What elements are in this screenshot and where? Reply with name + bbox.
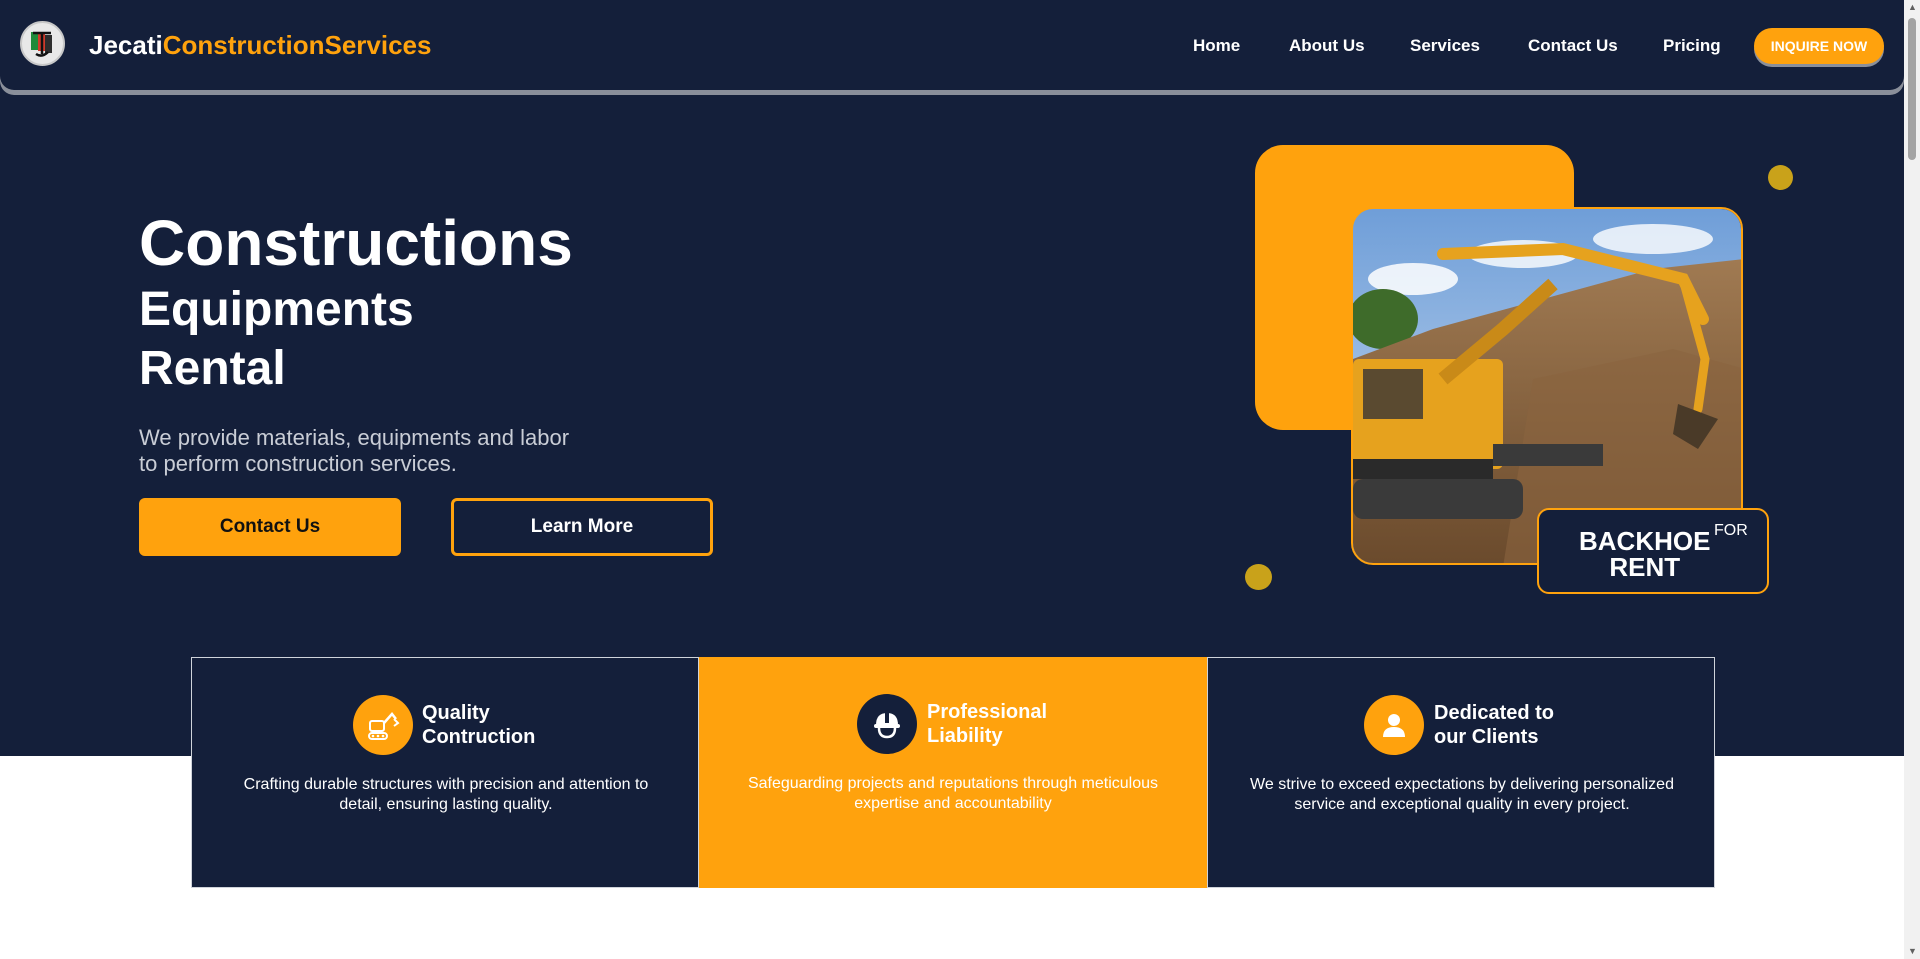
feature-title-line1: Professional: [927, 701, 1048, 723]
badge-line2: RENT: [1609, 552, 1681, 582]
learn-more-button[interactable]: Learn More: [451, 498, 713, 556]
hero-title-line1: Constructions: [139, 207, 573, 279]
jcs-logo-icon[interactable]: [20, 21, 65, 66]
scroll-down-arrow-icon[interactable]: ▼: [1908, 946, 1917, 956]
brand-name-part1: Jecati: [89, 30, 163, 60]
hero-subtitle: We provide materials, equipments and lab…: [139, 425, 570, 476]
inquire-now-button[interactable]: INQUIRE NOW: [1754, 28, 1884, 64]
feature-title-line2: our Clients: [1434, 726, 1539, 748]
nav-contact-link[interactable]: Contact Us: [1528, 36, 1618, 56]
feature-title-clients: Dedicated to our Clients: [1434, 701, 1554, 749]
badge-line1: BACKHOE: [1579, 526, 1711, 556]
user-icon: [1364, 695, 1424, 755]
feature-desc-clients: We strive to exceed expectations by deli…: [1250, 776, 1674, 813]
scrollbar-thumb[interactable]: [1908, 18, 1916, 160]
nav-about-link[interactable]: About Us: [1289, 36, 1365, 56]
feature-title-quality: Quality Contruction: [422, 701, 535, 749]
page-scrollbar[interactable]: ▲ ▼: [1904, 0, 1920, 959]
decorative-dot: [1245, 564, 1272, 590]
scroll-up-arrow-icon[interactable]: ▲: [1908, 2, 1917, 12]
badge-for-text: FOR: [1714, 522, 1748, 539]
contact-us-button[interactable]: Contact Us: [139, 498, 401, 556]
nav-home-link[interactable]: Home: [1193, 36, 1240, 56]
feature-title-line1: Quality: [422, 702, 490, 724]
feature-desc-liability: Safeguarding projects and reputations th…: [747, 775, 1159, 812]
brand-name-part2: ConstructionServices: [162, 30, 432, 60]
feature-title-line2: Liability: [927, 725, 1003, 747]
feature-title-line1: Dedicated to: [1434, 702, 1555, 724]
hero-title-line3: Rental: [139, 342, 286, 395]
decorative-dot: [1768, 165, 1793, 190]
feature-card-quality: Quality Contruction Crafting durable str…: [191, 657, 699, 888]
navbar: JecatiConstructionServices Home About Us…: [0, 0, 1904, 90]
hero-title-line2: Equipments: [139, 283, 414, 336]
page: JecatiConstructionServices Home About Us…: [0, 0, 1904, 959]
hard-hat-icon: [857, 694, 917, 754]
nav-services-link[interactable]: Services: [1410, 36, 1480, 56]
feature-card-clients: Dedicated to our Clients We strive to ex…: [1207, 657, 1715, 888]
nav-pricing-link[interactable]: Pricing: [1663, 36, 1721, 56]
brand-name[interactable]: JecatiConstructionServices: [89, 30, 431, 61]
feature-card-liability: Professional Liability Safeguarding proj…: [699, 657, 1207, 888]
feature-title-line2: Contruction: [422, 726, 536, 748]
badge-main-text: BACKHOE RENT: [1579, 528, 1710, 580]
feature-title-liability: Professional Liability: [927, 700, 1047, 748]
excavator-icon: [353, 695, 413, 755]
feature-desc-quality: Crafting durable structures with precisi…: [243, 776, 649, 813]
backhoe-for-rent-badge: BACKHOE RENT FOR: [1537, 508, 1769, 594]
